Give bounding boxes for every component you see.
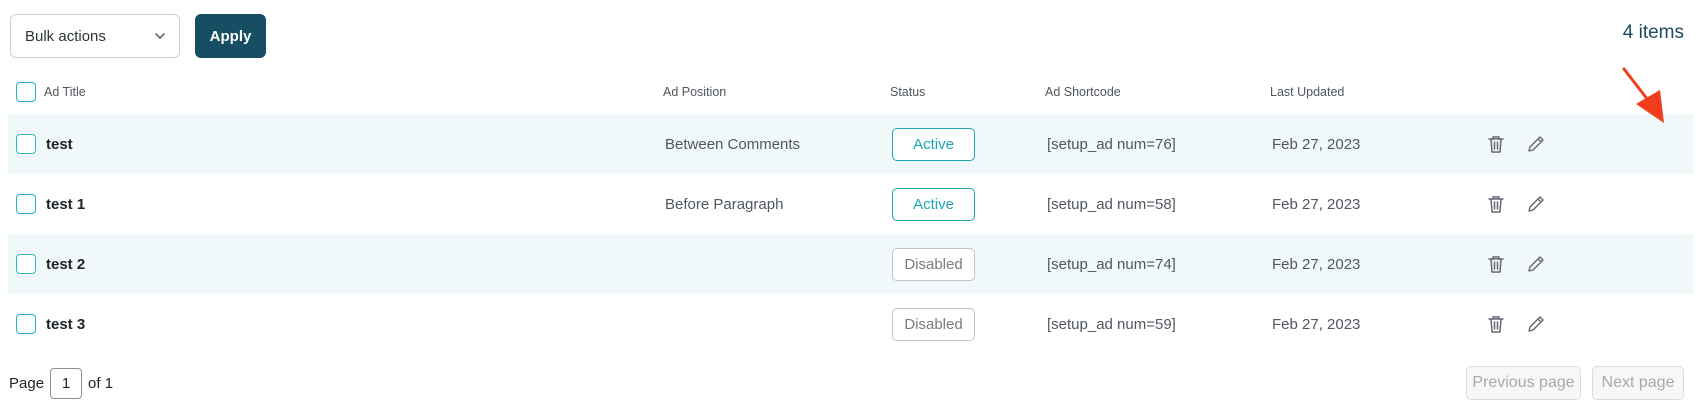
status-badge[interactable]: Active: [892, 127, 975, 161]
row-checkbox[interactable]: [16, 134, 36, 154]
table-header: Ad Title Ad Position Status Ad Shortcode…: [8, 70, 1693, 114]
page-total-label: of 1: [88, 375, 114, 392]
table-row: test Between Comments Active [setup_ad n…: [8, 114, 1693, 174]
ads-table: Ad Title Ad Position Status Ad Shortcode…: [8, 70, 1693, 354]
table-row: test 2 Disabled [setup_ad num=74] Feb 27…: [8, 234, 1693, 294]
red-arrow-icon: [1622, 67, 1664, 123]
pagination-controls: Previous page Next page: [1466, 366, 1684, 400]
previous-page-button[interactable]: Previous page: [1466, 366, 1581, 400]
bulk-actions-select[interactable]: Bulk actions: [10, 14, 180, 58]
ad-title[interactable]: test 3: [46, 294, 85, 354]
ad-title[interactable]: test 1: [46, 174, 85, 234]
last-updated: Feb 27, 2023: [1272, 315, 1361, 333]
status-badge[interactable]: Active: [892, 187, 975, 221]
select-all-checkbox[interactable]: [16, 82, 36, 102]
pencil-icon[interactable]: [1525, 253, 1547, 275]
bulk-actions-label: Bulk actions: [25, 27, 106, 45]
last-updated: Feb 27, 2023: [1272, 195, 1361, 213]
header-ad-position[interactable]: Ad Position: [663, 70, 726, 114]
status-badge[interactable]: Disabled: [892, 307, 975, 341]
items-count: 4 items: [1622, 22, 1684, 43]
chevron-down-icon: [155, 33, 165, 39]
pencil-icon[interactable]: [1525, 133, 1547, 155]
ad-title[interactable]: test: [46, 114, 73, 174]
toolbar: Bulk actions Apply: [10, 14, 266, 58]
header-ad-title[interactable]: Ad Title: [44, 70, 86, 114]
header-status[interactable]: Status: [890, 70, 925, 114]
ads-list-page: Bulk actions Apply 4 items Ad Title Ad P…: [0, 0, 1701, 402]
status-badge[interactable]: Disabled: [892, 247, 975, 281]
ad-position: Before Paragraph: [665, 195, 784, 213]
ad-shortcode: [setup_ad num=58]: [1047, 195, 1176, 213]
trash-icon[interactable]: [1485, 253, 1507, 275]
row-checkbox[interactable]: [16, 254, 36, 274]
trash-icon[interactable]: [1485, 313, 1507, 335]
next-page-button[interactable]: Next page: [1592, 366, 1684, 400]
ad-shortcode: [setup_ad num=59]: [1047, 315, 1176, 333]
header-ad-shortcode[interactable]: Ad Shortcode: [1045, 70, 1121, 114]
ad-position: Between Comments: [665, 135, 801, 153]
apply-button[interactable]: Apply: [195, 14, 266, 58]
current-page-input[interactable]: 1: [50, 368, 83, 399]
page-label: Page: [9, 375, 45, 392]
last-updated: Feb 27, 2023: [1272, 255, 1361, 273]
table-row: test 3 Disabled [setup_ad num=59] Feb 27…: [8, 294, 1693, 354]
ad-shortcode: [setup_ad num=74]: [1047, 255, 1176, 273]
row-checkbox[interactable]: [16, 314, 36, 334]
row-checkbox[interactable]: [16, 194, 36, 214]
table-row: test 1 Before Paragraph Active [setup_ad…: [8, 174, 1693, 234]
ad-shortcode: [setup_ad num=76]: [1047, 135, 1176, 153]
trash-icon[interactable]: [1485, 193, 1507, 215]
header-last-updated[interactable]: Last Updated: [1270, 70, 1344, 114]
pagination-info: Page 1 of 1: [9, 368, 113, 399]
ad-title[interactable]: test 2: [46, 234, 85, 294]
last-updated: Feb 27, 2023: [1272, 135, 1361, 153]
trash-icon[interactable]: [1485, 133, 1507, 155]
pencil-icon[interactable]: [1525, 193, 1547, 215]
pencil-icon[interactable]: [1525, 313, 1547, 335]
